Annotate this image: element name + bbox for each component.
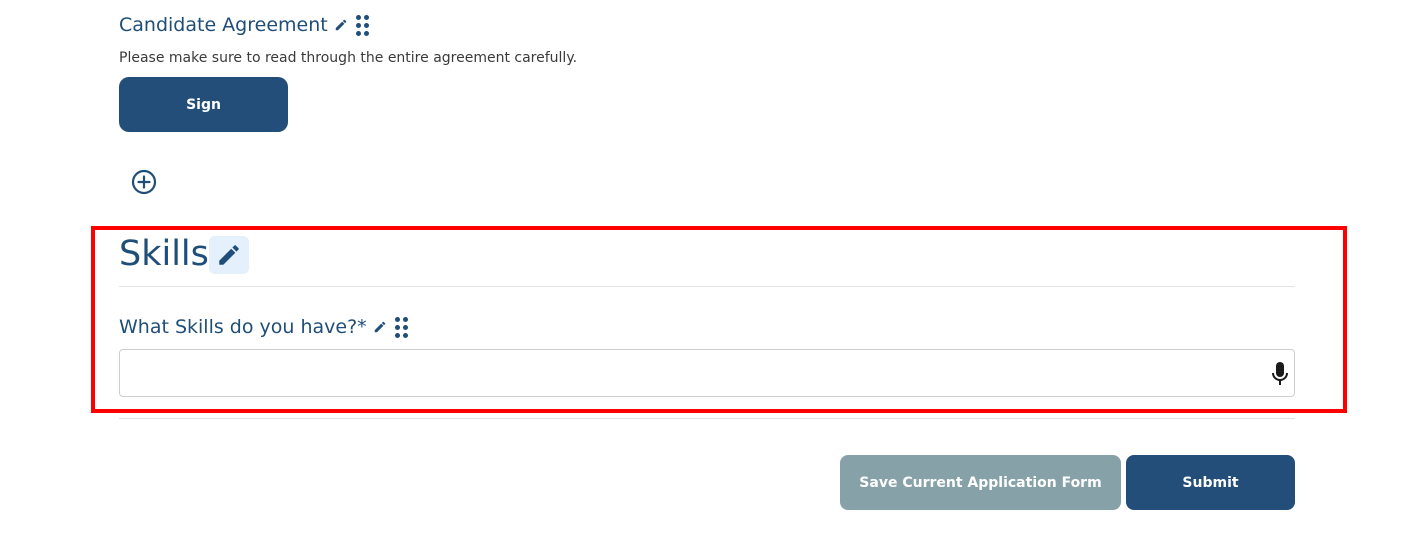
sign-button[interactable]: Sign bbox=[119, 77, 288, 132]
candidate-agreement-title: Candidate Agreement bbox=[119, 14, 328, 36]
agreement-help-text: Please make sure to read through the ent… bbox=[119, 50, 578, 66]
drag-handle-icon[interactable] bbox=[355, 14, 369, 36]
application-form-page: Candidate Agreement Please make sure to … bbox=[0, 0, 1413, 553]
red-highlight-box bbox=[91, 226, 1347, 413]
add-field-plus-circle-icon[interactable] bbox=[130, 168, 158, 196]
footer-divider bbox=[119, 418, 1295, 419]
candidate-agreement-header: Candidate Agreement bbox=[119, 14, 369, 36]
submit-button[interactable]: Submit bbox=[1126, 455, 1295, 510]
edit-pencil-icon[interactable] bbox=[334, 18, 348, 32]
save-application-button[interactable]: Save Current Application Form bbox=[840, 455, 1121, 510]
